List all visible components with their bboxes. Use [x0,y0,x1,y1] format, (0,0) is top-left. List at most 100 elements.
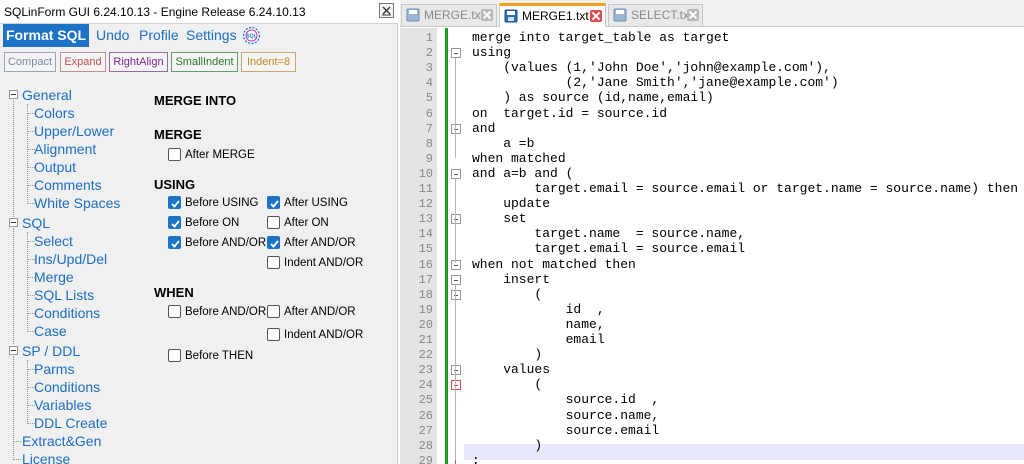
fold-toggle-icon[interactable] [451,289,461,300]
code-line[interactable]: a =b [472,136,534,152]
code-line[interactable]: (values (1,'John Doe','john@example.com'… [472,60,831,76]
fold-toggle-icon[interactable] [451,259,461,270]
code-line[interactable]: on target.id = source.id [472,106,667,122]
expand-button[interactable]: Expand [60,52,106,72]
small-indent-button[interactable]: SmallIndent [171,52,238,72]
code-line[interactable]: using [472,45,511,61]
checkmark-icon [171,200,180,208]
close-panel-button[interactable] [379,3,394,18]
tree-item-extract-gen[interactable]: Extract&Gen [22,432,101,450]
tree-item-output[interactable]: Output [34,158,76,176]
fold-toggle-icon[interactable] [451,168,461,179]
checkbox-box[interactable] [267,236,280,249]
collapse-general-icon[interactable] [9,90,18,99]
tree-item-colors[interactable]: Colors [34,104,74,122]
code-line[interactable]: when matched [472,151,566,167]
code-line[interactable]: merge into target_table as target [472,30,729,46]
fold-toggle-icon[interactable] [451,365,461,376]
tree-item-comments[interactable]: Comments [34,176,102,194]
settings-menu[interactable]: Settings [186,24,237,47]
code-line[interactable]: source.email [472,423,660,439]
tree-item-general[interactable]: General [22,86,72,104]
code-line[interactable]: ) [472,438,542,454]
menu-bar: Format SQL Undo Profile Settings SQL [0,24,398,48]
tree-item-sp-conditions[interactable]: Conditions [34,378,100,396]
tab-select-txt[interactable]: SELECT.txt [608,4,703,26]
code-line[interactable]: set [472,211,526,227]
code-line[interactable]: target.name = source.name, [472,226,745,242]
line-number: 19 [418,302,433,317]
fold-toggle-icon[interactable] [451,48,461,59]
sql-logo-icon[interactable]: SQL [242,26,261,45]
checkbox-box[interactable] [168,349,181,362]
indent-8-button[interactable]: Indent=8 [241,52,296,72]
format-sql-button[interactable]: Format SQL [3,24,89,47]
code-line[interactable]: ( [472,377,542,393]
tab-merge1-txt[interactable]: MERGE1.txt [499,3,606,27]
tree-item-sql[interactable]: SQL [22,214,50,232]
line-number: 28 [418,438,433,453]
tree-item-parms[interactable]: Parms [34,360,74,378]
tree-item-variables[interactable]: Variables [34,396,91,414]
tree-item-white-spaces[interactable]: White Spaces [34,194,120,212]
line-number: 1 [425,31,433,45]
line-number: 3 [425,61,433,76]
close-tab-icon[interactable] [687,9,699,21]
undo-menu[interactable]: Undo [96,24,129,47]
code-line[interactable]: target.email = source.email [472,241,745,257]
checkbox-box[interactable] [267,196,280,209]
code-line[interactable]: name, [472,317,605,333]
fold-toggle-icon[interactable] [451,123,461,134]
code-line[interactable]: and a=b and ( [472,166,573,182]
checkbox-box[interactable] [168,236,181,249]
code-line[interactable]: (2,'Jane Smith','jane@example.com') [472,75,839,91]
tree-item-ins-upd-del[interactable]: Ins/Upd/Del [34,250,107,268]
right-align-button[interactable]: RightAlign [109,52,168,72]
code-line[interactable]: ; [472,453,480,464]
code-line[interactable]: when not matched then [472,257,636,273]
code-line[interactable]: ) [472,347,542,363]
checkbox-box[interactable] [267,216,280,229]
code-line[interactable]: target.email = source.email or target.na… [472,181,1018,197]
tree-item-conditions[interactable]: Conditions [34,304,100,322]
tree-item-case[interactable]: Case [34,322,67,340]
code-line[interactable]: id , [472,302,605,318]
tree-item-upper-lower[interactable]: Upper/Lower [34,122,114,140]
fold-toggle-icon[interactable] [451,380,461,391]
tree-item-alignment[interactable]: Alignment [34,140,96,158]
tree-item-sql-lists[interactable]: SQL Lists [34,286,94,304]
compact-button[interactable]: Compact [4,52,56,72]
tree-item-license[interactable]: License [22,450,70,464]
code-line[interactable]: source.id , [472,392,660,408]
tree-item-sp-ddl[interactable]: SP / DDL [22,342,80,360]
tree-item-ddl-create[interactable]: DDL Create [34,414,107,432]
checkbox-box[interactable] [168,148,181,161]
current-line-highlight [464,444,1024,460]
close-tab-icon[interactable] [481,9,493,21]
checkbox-box[interactable] [267,328,280,341]
code-line[interactable]: email [472,332,605,348]
section-when-title: WHEN [154,285,194,300]
collapse-sql-icon[interactable] [9,218,18,227]
fold-toggle-icon[interactable] [451,214,461,225]
tree-item-select[interactable]: Select [34,232,73,250]
code-line[interactable]: update [472,196,550,212]
checkbox-box[interactable] [267,305,280,318]
line-number: 9 [425,151,433,166]
checkbox-box[interactable] [168,216,181,229]
tab-merge-txt[interactable]: MERGE.txt [401,4,497,26]
checkbox-box[interactable] [168,196,181,209]
fold-toggle-icon[interactable] [451,274,461,285]
code-line[interactable]: and [472,121,495,137]
code-line[interactable]: values [472,362,550,378]
code-line[interactable]: source.name, [472,408,660,424]
close-tab-icon[interactable] [590,10,602,22]
code-line[interactable]: insert [472,272,550,288]
checkbox-box[interactable] [168,305,181,318]
collapse-sp-ddl-icon[interactable] [9,346,18,355]
code-line[interactable]: ( [472,287,542,303]
code-line[interactable]: ) as source (id,name,email) [472,90,714,106]
checkbox-box[interactable] [267,256,280,269]
tree-item-merge[interactable]: Merge [34,268,74,286]
profile-menu[interactable]: Profile [139,24,179,47]
